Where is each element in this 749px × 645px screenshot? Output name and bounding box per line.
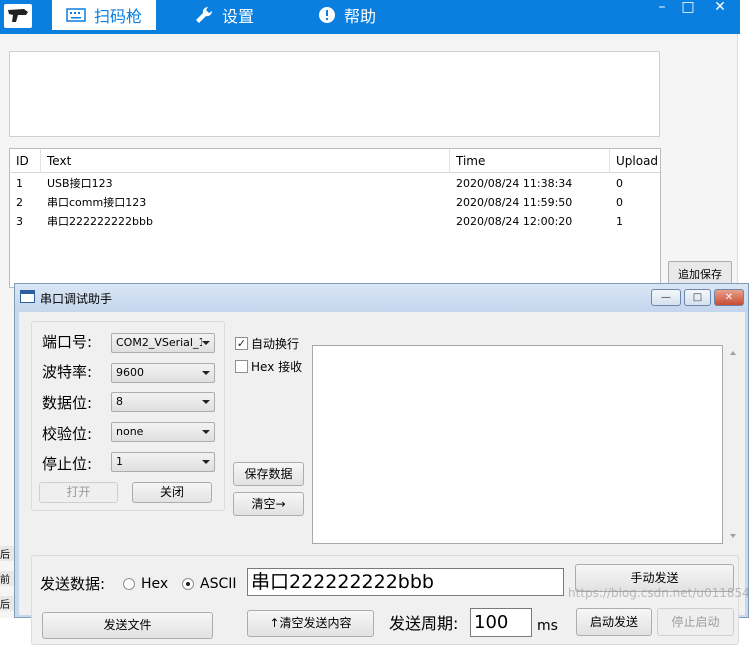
cell-id: 1 <box>16 177 23 190</box>
background-label: 后 <box>0 596 14 611</box>
databits-select[interactable]: 8 <box>111 392 215 412</box>
radio-hex[interactable]: Hex <box>123 576 168 592</box>
tab-settings[interactable]: 设置 <box>192 0 282 30</box>
auto-newline-label: 自动换行 <box>251 337 300 351</box>
port-label: 端口号: <box>42 333 93 351</box>
clear-receive-button[interactable]: 清空→ <box>233 492 304 516</box>
send-file-button[interactable]: 发送文件 <box>42 612 213 639</box>
table-row[interactable]: 1 USB接口123 2020/08/24 11:38:34 0 <box>10 174 660 193</box>
radio-selected-icon <box>182 578 194 590</box>
period-unit-label: ms <box>537 618 558 634</box>
cell-upload: 0 <box>616 177 623 190</box>
save-data-button[interactable]: 保存数据 <box>233 462 304 486</box>
send-data-label: 发送数据: <box>40 575 106 593</box>
clear-send-button[interactable]: ↑清空发送内容 <box>247 610 374 637</box>
parity-label: 校验位: <box>42 425 93 443</box>
dialog-titlebar[interactable]: 串口调试助手 — □ ✕ <box>15 284 748 312</box>
cell-text: 串口comm接口123 <box>47 196 147 209</box>
cell-upload: 1 <box>616 215 623 228</box>
close-port-button[interactable]: 关闭 <box>132 482 212 503</box>
window-icon <box>20 290 35 303</box>
stop-auto-send-button[interactable]: 停止启动 <box>657 608 734 636</box>
port-select[interactable]: COM2_VSerial_1 <box>111 333 215 353</box>
stopbits-select[interactable]: 1 <box>111 452 215 472</box>
cell-id: 2 <box>16 196 23 209</box>
close-button[interactable]: ✕ <box>710 0 730 16</box>
keyboard-icon <box>66 8 86 22</box>
background-label: 前 <box>0 571 14 586</box>
stopbits-label: 停止位: <box>42 455 93 473</box>
wrench-icon <box>196 6 213 23</box>
checkbox-unchecked-icon <box>235 360 248 373</box>
chevron-down-icon <box>202 460 210 464</box>
radio-ascii-label: ASCII <box>200 576 237 592</box>
scanner-logo-icon <box>4 4 32 28</box>
column-header-text[interactable]: Text <box>41 149 450 173</box>
cell-text: 串口222222222bbb <box>47 215 153 228</box>
column-header-time[interactable]: Time <box>450 149 610 173</box>
column-header-upload[interactable]: Upload <box>610 149 660 173</box>
send-input[interactable]: 串口222222222bbb <box>247 568 564 596</box>
chevron-down-icon <box>202 371 210 375</box>
tab-help-label: 帮助 <box>344 7 377 26</box>
auto-newline-checkbox[interactable]: ✓ 自动换行 <box>235 335 299 352</box>
cell-time: 2020/08/24 11:59:50 <box>456 196 573 209</box>
checkbox-checked-icon: ✓ <box>235 337 248 350</box>
background-label: 后 <box>0 546 14 561</box>
period-input[interactable]: 100 <box>470 608 532 637</box>
cell-time: 2020/08/24 12:00:20 <box>456 215 573 228</box>
cell-time: 2020/08/24 11:38:34 <box>456 177 573 190</box>
baud-select[interactable]: 9600 <box>111 363 215 383</box>
receive-scrollbar[interactable] <box>725 345 742 544</box>
period-label: 发送周期: <box>389 614 459 633</box>
open-port-button[interactable]: 打开 <box>39 482 118 503</box>
column-header-id[interactable]: ID <box>10 149 41 173</box>
chevron-down-icon <box>202 341 210 345</box>
dialog-client: 端口号: COM2_VSerial_1 波特率: 9600 数据位: 8 校验位… <box>19 312 745 645</box>
info-icon <box>319 7 335 23</box>
radio-ascii[interactable]: ASCII <box>182 576 237 592</box>
parity-select[interactable]: none <box>111 422 215 442</box>
maximize-button[interactable]: □ <box>678 0 698 16</box>
chevron-down-icon <box>202 430 210 434</box>
cell-text: USB接口123 <box>47 177 113 190</box>
radio-unselected-icon <box>123 578 135 590</box>
tab-help[interactable]: 帮助 <box>316 0 406 30</box>
tab-scanner-label: 扫码枪 <box>94 7 143 26</box>
tab-scanner[interactable]: 扫码枪 <box>52 0 156 30</box>
dialog-close-button[interactable]: ✕ <box>714 289 744 306</box>
scan-input-area[interactable] <box>9 51 660 137</box>
hex-receive-label: Hex 接收 <box>251 360 303 374</box>
scroll-up-icon <box>730 351 736 355</box>
table-row[interactable]: 3 串口222222222bbb 2020/08/24 12:00:20 1 <box>10 212 660 231</box>
tab-settings-label: 设置 <box>222 7 255 26</box>
cell-upload: 0 <box>616 196 623 209</box>
databits-label: 数据位: <box>42 394 93 412</box>
table-row[interactable]: 2 串口comm接口123 2020/08/24 11:59:50 0 <box>10 193 660 212</box>
baud-label: 波特率: <box>42 363 93 381</box>
scroll-down-icon <box>730 534 736 538</box>
receive-textarea[interactable] <box>312 345 723 544</box>
dialog-maximize-button[interactable]: □ <box>684 289 711 306</box>
app-titlebar: 扫码枪 设置 帮助 – □ ✕ <box>0 0 740 34</box>
table-header: ID Text Time Upload <box>10 149 660 173</box>
chevron-down-icon <box>202 400 210 404</box>
watermark: https://blog.csdn.net/u011854789 <box>568 586 749 600</box>
serial-debug-dialog: 串口调试助手 — □ ✕ 端口号: COM2_VSerial_1 波特率: 96… <box>14 283 749 645</box>
dialog-title: 串口调试助手 <box>40 292 113 306</box>
minimize-button[interactable]: – <box>652 0 672 16</box>
start-auto-send-button[interactable]: 启动发送 <box>576 608 652 636</box>
cell-id: 3 <box>16 215 23 228</box>
records-table: ID Text Time Upload 1 USB接口123 2020/08/2… <box>9 148 661 288</box>
dialog-minimize-button[interactable]: — <box>651 289 681 306</box>
radio-hex-label: Hex <box>141 576 169 592</box>
hex-receive-checkbox[interactable]: Hex 接收 <box>235 358 302 375</box>
